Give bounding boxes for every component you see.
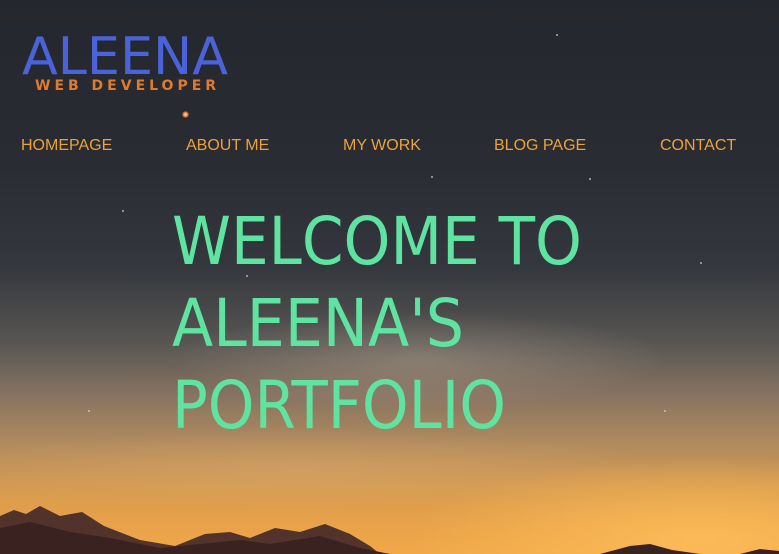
main-nav: HOMEPAGE ABOUT ME MY WORK BLOG PAGE CONT… bbox=[0, 136, 779, 156]
nav-homepage[interactable]: HOMEPAGE bbox=[21, 136, 112, 156]
hero-heading: WELCOME TO ALEENA'S PORTFOLIO bbox=[172, 200, 612, 440]
logo-wordmark: ALEENA bbox=[22, 30, 228, 78]
bright-star-icon bbox=[182, 111, 189, 118]
nav-about-me[interactable]: ABOUT ME bbox=[186, 136, 269, 156]
nav-blog-page[interactable]: BLOG PAGE bbox=[494, 136, 586, 156]
logo[interactable]: ALEENA WEB DEVELOPER bbox=[22, 30, 230, 94]
mountain-silhouette bbox=[0, 506, 779, 554]
nav-my-work[interactable]: MY WORK bbox=[343, 136, 421, 156]
logo-subtitle: WEB DEVELOPER bbox=[35, 78, 221, 94]
hero-line-3: PORTFOLIO bbox=[172, 367, 506, 440]
nav-contact[interactable]: CONTACT bbox=[660, 136, 736, 156]
hero-line-1: WELCOME TO bbox=[172, 203, 582, 280]
hero-line-2: ALEENA'S bbox=[172, 285, 464, 362]
logo-name: ALEENA bbox=[22, 30, 228, 78]
